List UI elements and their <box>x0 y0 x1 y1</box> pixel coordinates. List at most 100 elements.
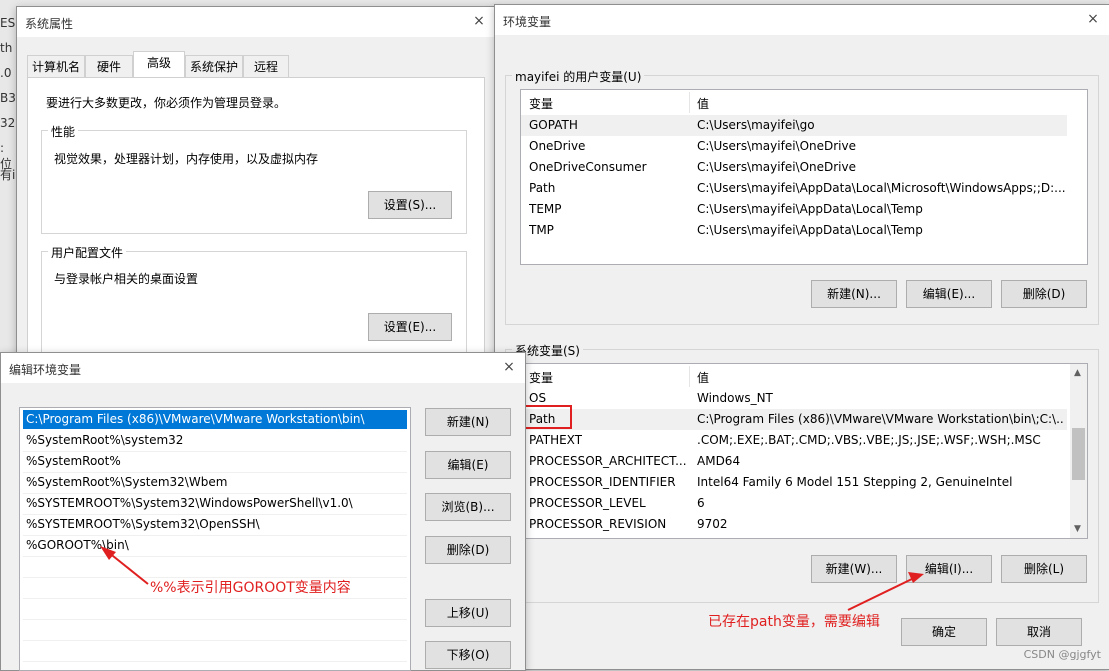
move-up-button[interactable]: 上移(U) <box>425 599 511 627</box>
user-profile-settings-button[interactable]: 设置(E)... <box>368 313 452 341</box>
close-icon[interactable]: × <box>501 359 517 375</box>
var-name: OneDrive <box>529 139 586 153</box>
user-profile-label: 用户配置文件 <box>48 244 127 261</box>
column-header-variable[interactable]: 变量 <box>529 369 553 386</box>
table-row[interactable]: OneDrive C:\Users\mayifei\OneDrive <box>521 136 1087 157</box>
var-value: AMD64 <box>697 454 741 468</box>
table-row[interactable]: OS Windows_NT <box>521 388 1067 409</box>
list-empty-row <box>23 599 407 620</box>
path-entries-list: C:\Program Files (x86)\VMware\VMware Wor… <box>19 407 411 671</box>
edit-environment-variable-window: 编辑环境变量 × C:\Program Files (x86)\VMware\V… <box>0 352 526 671</box>
list-item-selected[interactable]: C:\Program Files (x86)\VMware\VMware Wor… <box>23 410 407 429</box>
performance-settings-button[interactable]: 设置(S)... <box>368 191 452 219</box>
path-annotation: 已存在path变量，需要编辑 <box>708 614 880 630</box>
tab-remote[interactable]: 远程 <box>243 55 289 77</box>
var-name: TMP <box>529 223 554 237</box>
var-name: PROCESSOR_REVISION <box>529 517 667 531</box>
entry-text: %SystemRoot%\system32 <box>26 433 184 447</box>
table-row[interactable]: PROCESSOR_REVISION 9702 <box>521 514 1067 535</box>
table-row[interactable]: OneDriveConsumer C:\Users\mayifei\OneDri… <box>521 157 1087 178</box>
window-title: 系统属性 <box>25 17 74 31</box>
column-header-value[interactable]: 值 <box>697 95 709 112</box>
table-row[interactable]: PROCESSOR_IDENTIFIER Intel64 Family 6 Mo… <box>521 472 1067 493</box>
entry-delete-button[interactable]: 删除(D) <box>425 536 511 564</box>
table-header: 变量 值 <box>521 92 1087 113</box>
var-value: C:\Users\mayifei\AppData\Local\Microsoft… <box>697 181 1065 195</box>
var-value: .COM;.EXE;.BAT;.CMD;.VBS;.VBE;.JS;.JSE;.… <box>697 433 1041 447</box>
admin-note: 要进行大多数更改，你必须作为管理员登录。 <box>46 96 287 110</box>
table-row[interactable]: TMP C:\Users\mayifei\AppData\Local\Temp <box>521 220 1087 241</box>
goroot-annotation: %%表示引用GOROOT变量内容 <box>150 580 351 596</box>
path-highlight-box <box>518 405 572 429</box>
watermark: CSDN @gjgfyt <box>1023 648 1101 661</box>
system-new-button[interactable]: 新建(W)... <box>811 555 897 583</box>
scrollbar-thumb[interactable] <box>1072 428 1085 480</box>
table-row[interactable]: GOPATH C:\Users\mayifei\go <box>521 115 1067 136</box>
fragment: 有i <box>0 168 16 182</box>
list-item[interactable]: %SystemRoot%\System32\Wbem <box>23 473 407 494</box>
fragment: 32 <box>0 116 16 130</box>
entry-text: %SystemRoot%\System32\Wbem <box>26 475 228 489</box>
list-item[interactable]: %SYSTEMROOT%\System32\OpenSSH\ <box>23 515 407 536</box>
scroll-down-arrow-icon[interactable]: ▼ <box>1074 524 1081 534</box>
column-divider[interactable] <box>689 92 690 113</box>
var-name: PROCESSOR_LEVEL <box>529 496 646 510</box>
vertical-scrollbar[interactable]: ▲ ▼ <box>1070 364 1087 538</box>
var-name: OneDriveConsumer <box>529 160 647 174</box>
entry-text: %GOROOT%\bin\ <box>26 538 129 552</box>
var-value: C:\Users\mayifei\OneDrive <box>697 160 856 174</box>
move-down-button[interactable]: 下移(O) <box>425 641 511 669</box>
var-name: PROCESSOR_IDENTIFIER <box>529 475 676 489</box>
var-value: C:\Users\mayifei\OneDrive <box>697 139 856 153</box>
user-new-button[interactable]: 新建(N)... <box>811 280 897 308</box>
system-delete-button[interactable]: 删除(L) <box>1001 555 1087 583</box>
table-row[interactable]: PROCESSOR_ARCHITECT... AMD64 <box>521 451 1067 472</box>
cancel-button[interactable]: 取消 <box>996 618 1082 646</box>
column-header-variable[interactable]: 变量 <box>529 95 553 112</box>
tab-advanced[interactable]: 高级 <box>133 51 185 78</box>
titlebar: 编辑环境变量 × <box>1 353 525 383</box>
table-row-selected[interactable]: Path C:\Program Files (x86)\VMware\VMwar… <box>521 409 1067 430</box>
list-item[interactable]: %SystemRoot% <box>23 452 407 473</box>
entry-text: %SYSTEMROOT%\System32\OpenSSH\ <box>26 517 260 531</box>
list-item[interactable]: %SYSTEMROOT%\System32\WindowsPowerShell\… <box>23 494 407 515</box>
fragment: .0 <box>0 66 12 80</box>
fragment: B3 <box>0 91 16 105</box>
tab-computer-name[interactable]: 计算机名 <box>27 55 85 77</box>
list-item[interactable]: %SystemRoot%\system32 <box>23 431 407 452</box>
var-name: PROCESSOR_ARCHITECT... <box>529 454 687 468</box>
performance-desc: 视觉效果，处理器计划，内存使用，以及虚拟内存 <box>54 152 319 166</box>
table-row[interactable]: Path C:\Users\mayifei\AppData\Local\Micr… <box>521 178 1087 199</box>
var-name: OS <box>529 391 547 405</box>
list-item[interactable]: %GOROOT%\bin\ <box>23 536 407 557</box>
scroll-up-arrow-icon[interactable]: ▲ <box>1074 368 1081 378</box>
user-variables-table: 变量 值 GOPATH C:\Users\mayifei\go OneDrive… <box>520 89 1088 265</box>
column-header-value[interactable]: 值 <box>697 369 709 386</box>
titlebar: 系统属性 × <box>17 7 495 37</box>
entry-edit-button[interactable]: 编辑(E) <box>425 451 511 479</box>
table-row[interactable]: PROCESSOR_LEVEL 6 <box>521 493 1067 514</box>
column-divider[interactable] <box>689 366 690 387</box>
entry-new-button[interactable]: 新建(N) <box>425 408 511 436</box>
table-row[interactable]: PATHEXT .COM;.EXE;.BAT;.CMD;.VBS;.VBE;.J… <box>521 430 1067 451</box>
var-value: Windows_NT <box>697 391 773 405</box>
close-icon[interactable]: × <box>1085 11 1101 27</box>
user-profile-group: 用户配置文件 与登录帐户相关的桌面设置 设置(E)... <box>41 244 467 363</box>
user-delete-button[interactable]: 删除(D) <box>1001 280 1087 308</box>
tab-hardware[interactable]: 硬件 <box>85 55 133 77</box>
entry-browse-button[interactable]: 浏览(B)... <box>425 493 511 521</box>
var-name: TEMP <box>529 202 562 216</box>
list-empty-row <box>23 557 407 578</box>
window-title: 编辑环境变量 <box>9 363 82 377</box>
table-row[interactable]: TEMP C:\Users\mayifei\AppData\Local\Temp <box>521 199 1087 220</box>
var-name: GOPATH <box>529 118 578 132</box>
environment-variables-window: 环境变量 × mayifei 的用户变量(U) 变量 值 GOPATH C:\U… <box>494 4 1109 670</box>
var-value: C:\Users\mayifei\AppData\Local\Temp <box>697 223 923 237</box>
tab-system-protection[interactable]: 系统保护 <box>185 55 243 77</box>
var-value: Intel64 Family 6 Model 151 Stepping 2, G… <box>697 475 1013 489</box>
titlebar: 环境变量 × <box>495 5 1109 35</box>
user-edit-button[interactable]: 编辑(E)... <box>906 280 992 308</box>
system-edit-button[interactable]: 编辑(I)... <box>906 555 992 583</box>
ok-button[interactable]: 确定 <box>901 618 987 646</box>
close-icon[interactable]: × <box>471 13 487 29</box>
